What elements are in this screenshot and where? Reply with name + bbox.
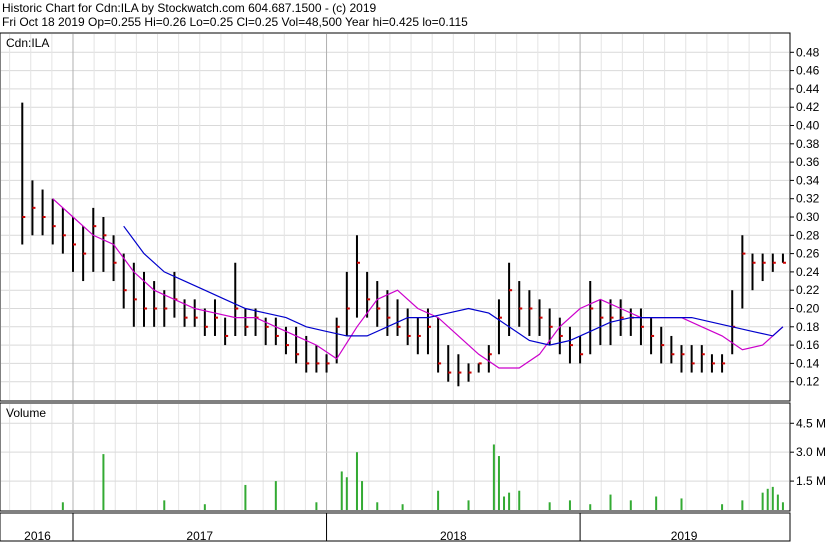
volume-bar: [680, 498, 683, 510]
volume-bar: [102, 454, 105, 510]
price-tick-label: 0.34: [796, 173, 820, 187]
year-label: 2016: [24, 529, 51, 543]
volume-axis-ticks: 1.5 M 3.0 M 4.5 M: [790, 416, 826, 488]
price-tick-label: 0.38: [796, 137, 820, 151]
price-tick-label: 0.44: [796, 82, 820, 96]
price-tick-label: 0.26: [796, 247, 820, 261]
year-label: 2018: [440, 529, 467, 543]
volume-bar: [776, 494, 779, 510]
price-tick-label: 0.30: [796, 210, 820, 224]
price-tick-label: 0.22: [796, 283, 820, 297]
price-tick-label: 0.32: [796, 192, 820, 206]
price-tick-label: 0.40: [796, 119, 820, 133]
symbol-label: Cdn:ILA: [6, 36, 49, 50]
price-tick-label: 0.28: [796, 228, 820, 242]
volume-bar: [203, 504, 206, 510]
volume-bar: [315, 502, 318, 510]
volume-bar: [437, 490, 440, 510]
volume-bar: [721, 504, 724, 510]
price-tick-label: 0.46: [796, 64, 820, 78]
volume-bar: [340, 471, 343, 510]
volume-bar: [503, 496, 506, 510]
volume-bar: [163, 500, 166, 510]
volume-bar: [589, 504, 592, 510]
volume-bar: [771, 486, 774, 510]
volume-bar: [61, 502, 64, 510]
volume-bar: [568, 500, 571, 510]
year-label: 2017: [186, 529, 213, 543]
volume-bar: [761, 492, 764, 510]
time-axis-labels: 2016 2017 2018 2019: [24, 513, 698, 543]
volume-bar: [518, 490, 521, 510]
volume-bar: [492, 444, 495, 510]
volume-bar: [766, 488, 769, 510]
volume-tick-label: 3.0 M: [796, 445, 826, 459]
volume-bar: [781, 502, 784, 510]
price-tick-label: 0.24: [796, 265, 820, 279]
volume-bar: [629, 500, 632, 510]
price-tick-label: 0.36: [796, 155, 820, 169]
volume-bars: [61, 444, 784, 510]
volume-bar: [376, 502, 379, 510]
price-tick-label: 0.14: [796, 356, 820, 370]
price-tick-label: 0.18: [796, 320, 820, 334]
volume-label: Volume: [6, 406, 46, 420]
historic-chart: 0.12 0.14 0.16 0.18 0.20 0.22 0.24 0.26 0.28 0.30…: [0, 32, 826, 543]
volume-bar: [508, 492, 511, 510]
price-tick-label: 0.20: [796, 302, 820, 316]
volume-bar: [467, 500, 470, 510]
volume-bar: [401, 504, 404, 510]
volume-bar: [361, 481, 364, 510]
price-tick-label: 0.42: [796, 100, 820, 114]
volume-bar: [741, 500, 744, 510]
volume-grid: [1, 404, 789, 510]
price-tick-label: 0.48: [796, 45, 820, 59]
volume-bar: [609, 494, 612, 510]
volume-bar: [655, 496, 658, 510]
volume-bar: [548, 502, 551, 510]
volume-tick-label: 1.5 M: [796, 474, 826, 488]
volume-bar: [355, 452, 358, 510]
volume-bar: [497, 456, 500, 510]
year-label: 2019: [671, 529, 698, 543]
price-tick-label: 0.16: [796, 338, 820, 352]
volume-panel-frame: [0, 402, 791, 512]
volume-bar: [244, 484, 247, 510]
price-axis-ticks: 0.12 0.14 0.16 0.18 0.20 0.22 0.24 0.26 0.28 0.30…: [790, 45, 820, 389]
volume-bar: [345, 477, 348, 510]
price-tick-label: 0.12: [796, 375, 820, 389]
volume-bar: [274, 481, 277, 510]
volume-tick-label: 4.5 M: [796, 416, 826, 430]
